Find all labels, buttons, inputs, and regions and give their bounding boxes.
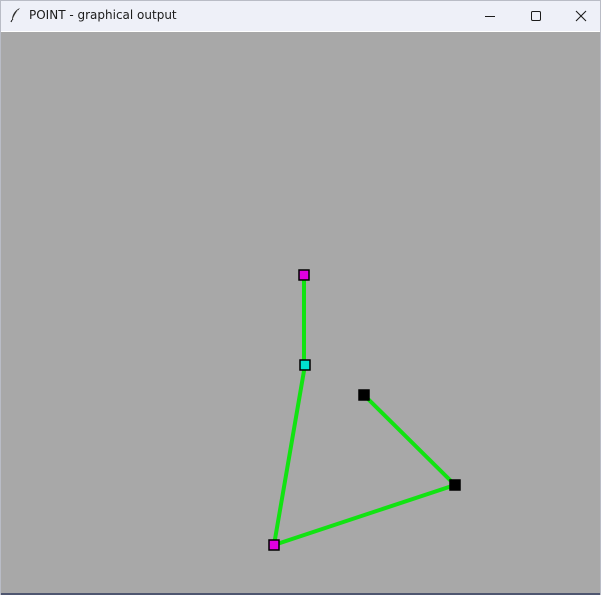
minimize-button[interactable] xyxy=(467,1,513,31)
point-cyan-middle[interactable] xyxy=(299,359,311,371)
maximize-button[interactable] xyxy=(513,1,559,31)
graphical-output-canvas[interactable] xyxy=(1,32,600,593)
window-title: POINT - graphical output xyxy=(29,8,177,22)
app-window: POINT - graphical output xyxy=(0,0,601,595)
plot-surface xyxy=(268,269,461,551)
point-black-lower[interactable] xyxy=(449,479,461,491)
close-icon xyxy=(575,10,587,22)
point-black-upper[interactable] xyxy=(358,389,370,401)
feather-icon xyxy=(9,7,23,23)
title-bar[interactable]: POINT - graphical output xyxy=(1,1,600,31)
point-magenta-top[interactable] xyxy=(298,269,310,281)
segment-bottom-to-lower-right xyxy=(272,483,457,547)
close-button[interactable] xyxy=(558,1,601,31)
maximize-icon xyxy=(530,10,542,22)
segment-middle-to-bottom xyxy=(272,363,307,547)
point-magenta-bottom[interactable] xyxy=(268,539,280,551)
segment-lower-right-to-upper xyxy=(362,393,457,487)
minimize-icon xyxy=(484,10,496,22)
